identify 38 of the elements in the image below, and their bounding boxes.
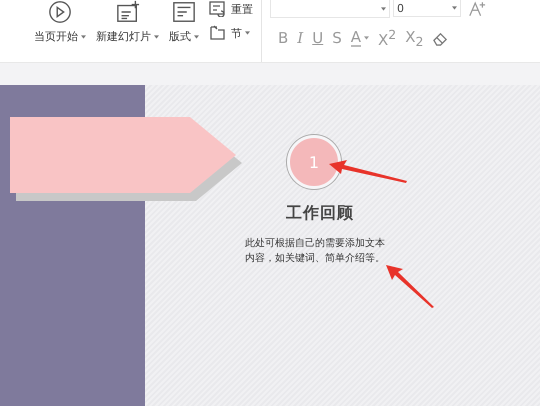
button-label: 新建幻灯片 [96, 29, 151, 44]
caret-icon [194, 34, 199, 38]
format-button[interactable]: S [332, 29, 342, 47]
format-button[interactable]: A [350, 30, 362, 46]
caret-icon[interactable] [364, 36, 370, 40]
grow-font-icon[interactable] [468, 0, 486, 17]
format-button[interactable]: I [297, 29, 304, 47]
font-size-value: 0 [397, 2, 404, 14]
font-name-field[interactable] [270, 0, 390, 18]
caret-icon [154, 34, 159, 38]
caret-icon [245, 31, 250, 35]
reset-icon [209, 1, 227, 17]
format-button[interactable]: X$^{2}$ [378, 27, 396, 49]
ribbon-button[interactable]: 当页开始 [34, 0, 86, 62]
slide-title: 工作回顾 [285, 203, 355, 224]
play-icon [47, 0, 73, 24]
number-badge: 1 [287, 135, 341, 189]
eraser-icon[interactable] [432, 30, 450, 46]
button-label: 当页开始 [34, 29, 78, 44]
button-label: 节 [231, 26, 242, 40]
caret-icon [381, 6, 386, 10]
caret-icon [452, 6, 457, 10]
format-button[interactable]: X$_{2}$ [405, 28, 424, 48]
slide-body-text: 此处可根据自己的需要添加文本内容，如关键词、简单介绍等。 [245, 236, 386, 266]
ribbon-button[interactable]: 新建幻灯片 [96, 0, 159, 62]
font-size-field[interactable]: 0 [393, 0, 461, 17]
button-label: 重置 [231, 2, 253, 16]
section-icon [209, 25, 227, 41]
button-label: 版式 [169, 29, 191, 44]
ribbon-button[interactable]: 节 [209, 25, 253, 41]
layout-icon [171, 0, 197, 24]
new-slide-icon [114, 0, 140, 24]
annotation-arrow [386, 265, 436, 309]
ribbon-button[interactable]: 版式 [169, 0, 199, 62]
format-button[interactable]: U [312, 29, 324, 47]
format-button[interactable]: B [278, 29, 288, 47]
ribbon-button[interactable]: 重置 [209, 1, 253, 17]
caret-icon [81, 34, 86, 38]
